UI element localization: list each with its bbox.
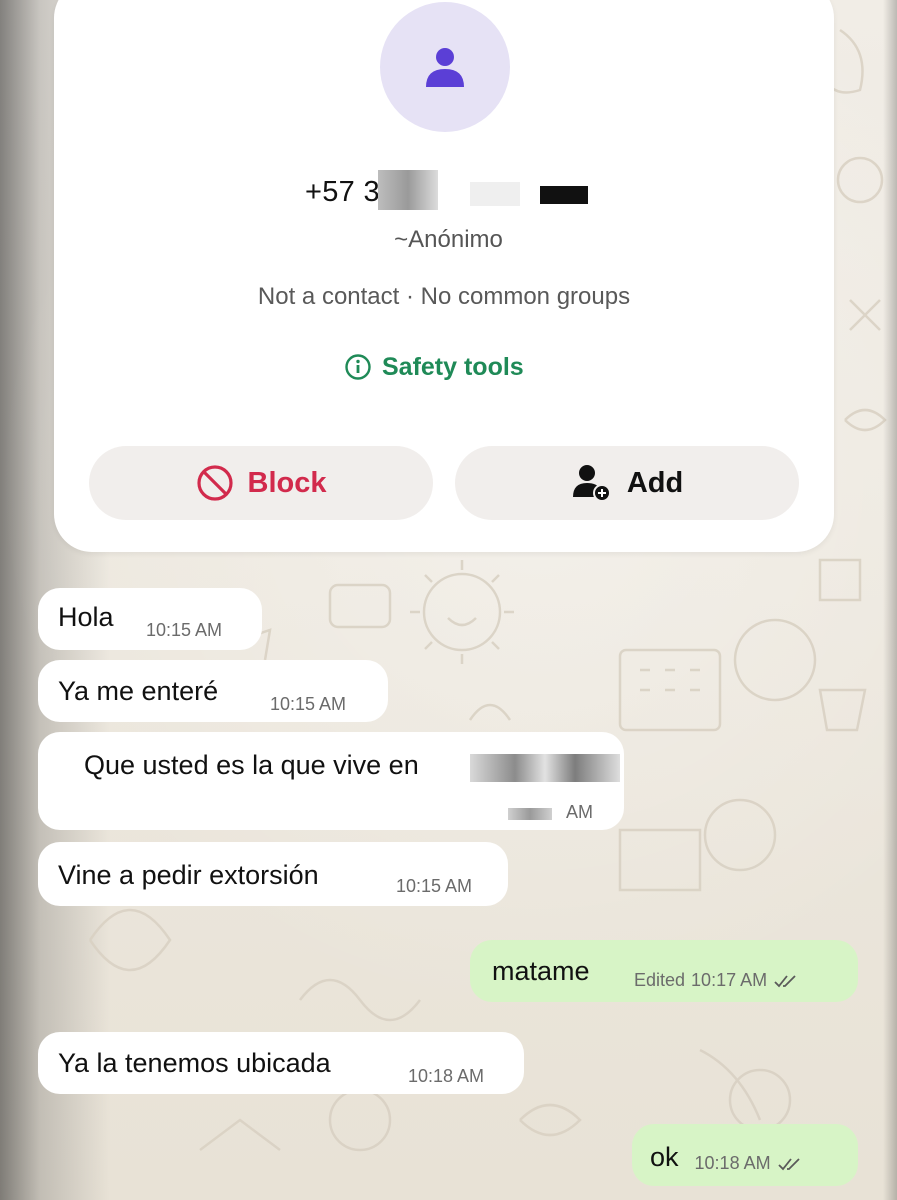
message-time: 10:17 AM	[691, 970, 768, 990]
block-label: Block	[247, 466, 327, 499]
message-text: ok	[650, 1142, 679, 1172]
redacted-phone-digits	[470, 182, 520, 206]
block-button[interactable]: Block	[89, 446, 433, 520]
message-text: Ya me enteré	[58, 676, 219, 706]
info-icon	[345, 354, 371, 380]
message-time: 10:18 AM	[694, 1153, 771, 1173]
person-icon	[426, 48, 464, 87]
message-meta: ok 10:18 AM	[650, 1142, 801, 1173]
message-time: 10:15 AM	[146, 620, 223, 640]
block-icon	[196, 465, 233, 501]
contact-status: Not a contact · No common groups	[257, 283, 631, 310]
double-check-icon	[774, 974, 796, 987]
add-contact-button[interactable]: Add	[455, 446, 799, 520]
redacted-phone-digits	[540, 186, 588, 204]
message-time: 10:15 AM	[270, 694, 347, 714]
add-label: Add	[626, 466, 684, 499]
safety-tools-link[interactable]: Safety tools	[344, 350, 524, 384]
incoming-message[interactable]: Ya me enteré 10:15 AM	[38, 660, 388, 722]
message-text: Ya la tenemos ubicada	[58, 1048, 331, 1078]
redacted-time-digits	[508, 808, 552, 820]
message-text: matame	[492, 956, 590, 986]
safety-tools-label: Safety tools	[382, 352, 524, 381]
incoming-message[interactable]: Vine a pedir extorsión 10:15 AM	[38, 842, 508, 906]
incoming-message[interactable]: Ya la tenemos ubicada 10:18 AM	[38, 1032, 524, 1094]
incoming-message[interactable]: Que usted es la que vive en AM	[38, 732, 624, 830]
contact-alias: ~Anónimo	[394, 226, 503, 253]
phone-number-text: +57 3	[305, 176, 380, 208]
add-person-icon	[572, 465, 611, 502]
message-meta: Edited 10:17 AM	[634, 970, 797, 991]
message-time: 10:15 AM	[396, 876, 473, 896]
redacted-phone-digits	[378, 170, 438, 210]
message-time: AM	[566, 802, 593, 822]
outgoing-message[interactable]: ok 10:18 AM	[632, 1124, 858, 1186]
outgoing-message[interactable]: matame Edited 10:17 AM	[470, 940, 858, 1002]
message-text: Vine a pedir extorsión	[58, 860, 319, 890]
avatar[interactable]	[380, 2, 510, 132]
phone-number: +57 3	[305, 176, 380, 209]
incoming-message[interactable]: Hola 10:15 AM	[38, 588, 262, 650]
redacted-place-name	[470, 754, 620, 782]
message-text: Hola	[58, 602, 114, 632]
message-text: Que usted es la que vive en	[84, 750, 419, 780]
double-check-icon	[777, 1157, 800, 1170]
screen-edge-shadow	[883, 0, 897, 1200]
message-time: 10:18 AM	[408, 1066, 485, 1086]
edited-label: Edited	[634, 970, 686, 990]
